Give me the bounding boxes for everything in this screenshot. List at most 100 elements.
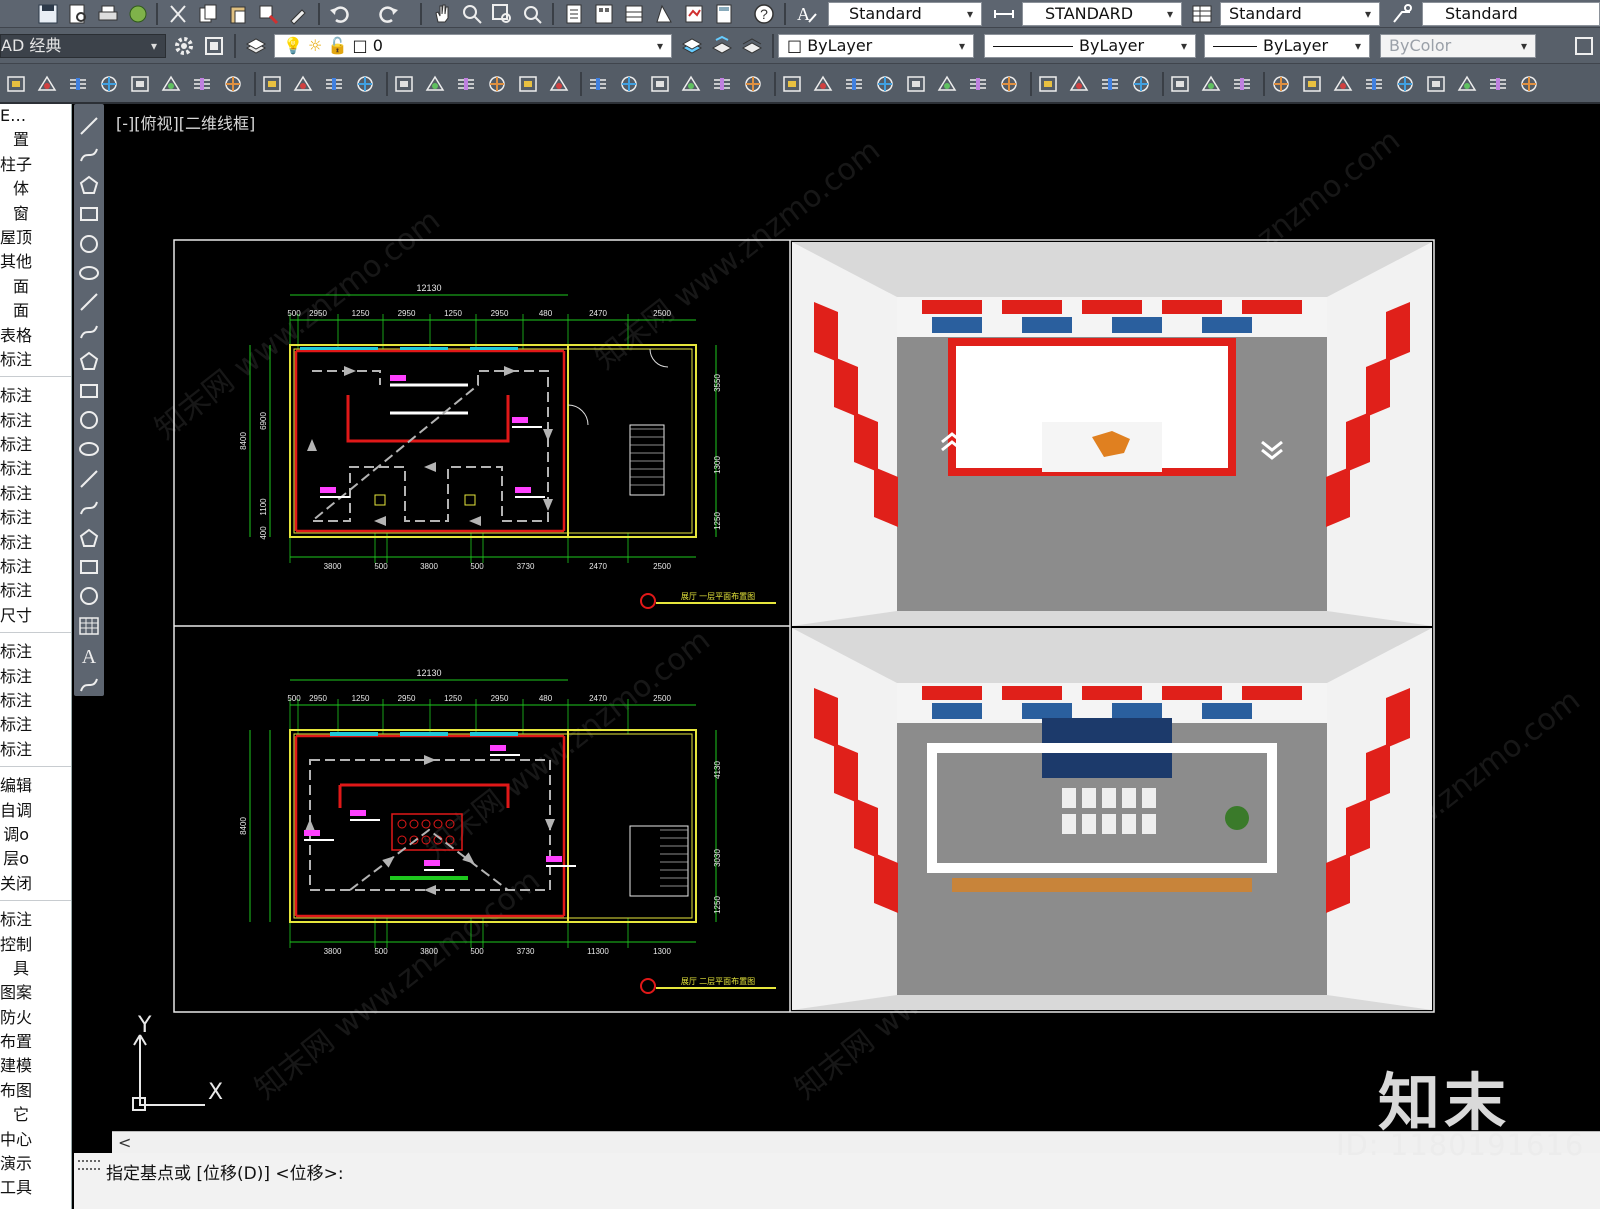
top-dim-label: 2470	[589, 694, 607, 703]
text-label	[304, 830, 320, 836]
render-red-panel	[1346, 798, 1370, 858]
render-chair	[1102, 788, 1116, 808]
render-red-header	[1082, 686, 1142, 700]
title-symbol	[640, 593, 656, 609]
render-red-panel	[854, 412, 878, 472]
top-dim-label: 2950	[398, 694, 416, 703]
render-red-header	[1242, 300, 1302, 314]
render-red-panel	[874, 467, 898, 527]
render-group	[792, 242, 1432, 626]
right-dim-label: 3030	[713, 849, 722, 867]
render-red-panel	[1366, 743, 1390, 803]
title-symbol	[640, 978, 656, 994]
render-red-panel	[814, 688, 838, 748]
render-red-panel	[834, 357, 858, 417]
chair	[445, 819, 455, 829]
top-dim-label: 500	[287, 694, 301, 703]
top-dim-label: 480	[539, 309, 553, 318]
bottom-dim-label: 1300	[653, 947, 671, 956]
flow-arrow	[424, 462, 436, 472]
render-photo	[1202, 317, 1252, 333]
meeting-wall	[338, 783, 510, 808]
render-photo	[1022, 317, 1072, 333]
chair	[433, 819, 443, 829]
bottom-dim-label: 2470	[589, 562, 607, 571]
top-dim-label: 480	[539, 694, 553, 703]
chair	[397, 835, 407, 845]
left-dim-label: 400	[259, 526, 268, 540]
bottom-dim-label: 2500	[653, 562, 671, 571]
left-dim-label: 8400	[239, 432, 248, 450]
top-dim-label: 2950	[309, 309, 327, 318]
flow-arrow	[374, 516, 386, 526]
render-counter	[952, 878, 1252, 892]
top-dim-label: 2950	[491, 694, 509, 703]
overall-dim-label: 12130	[416, 283, 441, 293]
flow-arrow	[382, 856, 395, 868]
render-red-header	[922, 300, 982, 314]
window	[400, 732, 448, 736]
window	[470, 732, 518, 736]
bottom-dim-label: 3730	[517, 562, 535, 571]
drawing-canvas: 12130 500 2950 1250 2950 1250 2950 480 2470 2500 3…	[132, 239, 1435, 1111]
image-id-watermark: ID: 1180191616	[1336, 1128, 1585, 1162]
render-red-panel	[814, 302, 838, 362]
flow-arrow	[543, 429, 553, 441]
render-red-header	[922, 686, 982, 700]
text-label	[424, 860, 440, 866]
top-dim-label: 2500	[653, 694, 671, 703]
top-dim-label: 2470	[589, 309, 607, 318]
render-photo	[1112, 317, 1162, 333]
render-chair	[1122, 788, 1136, 808]
text-label	[390, 375, 406, 381]
scroll-left-icon[interactable]: <	[118, 1133, 131, 1152]
bottom-dim-label: 3730	[517, 947, 535, 956]
top-dim-label: 2950	[491, 309, 509, 318]
top-dim-label: 2950	[398, 309, 416, 318]
bottom-dim-label: 500	[374, 947, 388, 956]
flow-arrow	[305, 819, 315, 831]
render-red-panel	[854, 798, 878, 858]
render-chair	[1102, 814, 1116, 834]
top-dim-label: 2500	[653, 309, 671, 318]
bottom-dim-label: 3800	[420, 562, 438, 571]
flow-arrow	[545, 819, 555, 831]
bottom-dim-label: 3800	[324, 947, 342, 956]
render-chair	[1122, 814, 1136, 834]
left-dim-label: 1100	[259, 498, 268, 516]
render-red-header	[1162, 686, 1222, 700]
window	[400, 347, 448, 350]
render-photo	[1202, 703, 1252, 719]
door-swing	[649, 348, 669, 368]
window	[330, 732, 378, 736]
bottom-dim-label: 3800	[420, 947, 438, 956]
flow-arrow	[424, 755, 436, 765]
bottom-dim-label: 3800	[324, 562, 342, 571]
window	[470, 347, 518, 350]
render-photo	[1112, 703, 1162, 719]
ucs-icon	[139, 1035, 205, 1106]
render-red-panel	[1386, 302, 1410, 362]
render-photo	[932, 703, 982, 719]
ucs-x-label: X	[208, 1080, 224, 1105]
render-right-wall	[1327, 242, 1432, 626]
flow-arrow	[469, 516, 481, 526]
ucs-y-label: Y	[138, 1013, 152, 1038]
render-right-wall	[1327, 628, 1432, 1010]
text-label	[350, 810, 366, 816]
window	[330, 347, 378, 350]
stair	[629, 424, 665, 496]
render-red-panel	[1326, 467, 1350, 527]
top-dim-label: 1250	[352, 694, 370, 703]
render-chair	[1062, 814, 1076, 834]
flow-arrow	[307, 439, 317, 451]
bottom-dim-label: 500	[374, 562, 388, 571]
bottom-dim-label: 500	[470, 947, 484, 956]
flow-arrow	[543, 499, 553, 511]
command-line-grip-icon[interactable]	[78, 1160, 100, 1170]
right-dim-label: 1250	[713, 512, 722, 530]
top-dim-label: 1250	[444, 309, 462, 318]
render-chair	[1142, 814, 1156, 834]
render-chair	[1082, 788, 1096, 808]
render-left-wall	[792, 628, 897, 1010]
